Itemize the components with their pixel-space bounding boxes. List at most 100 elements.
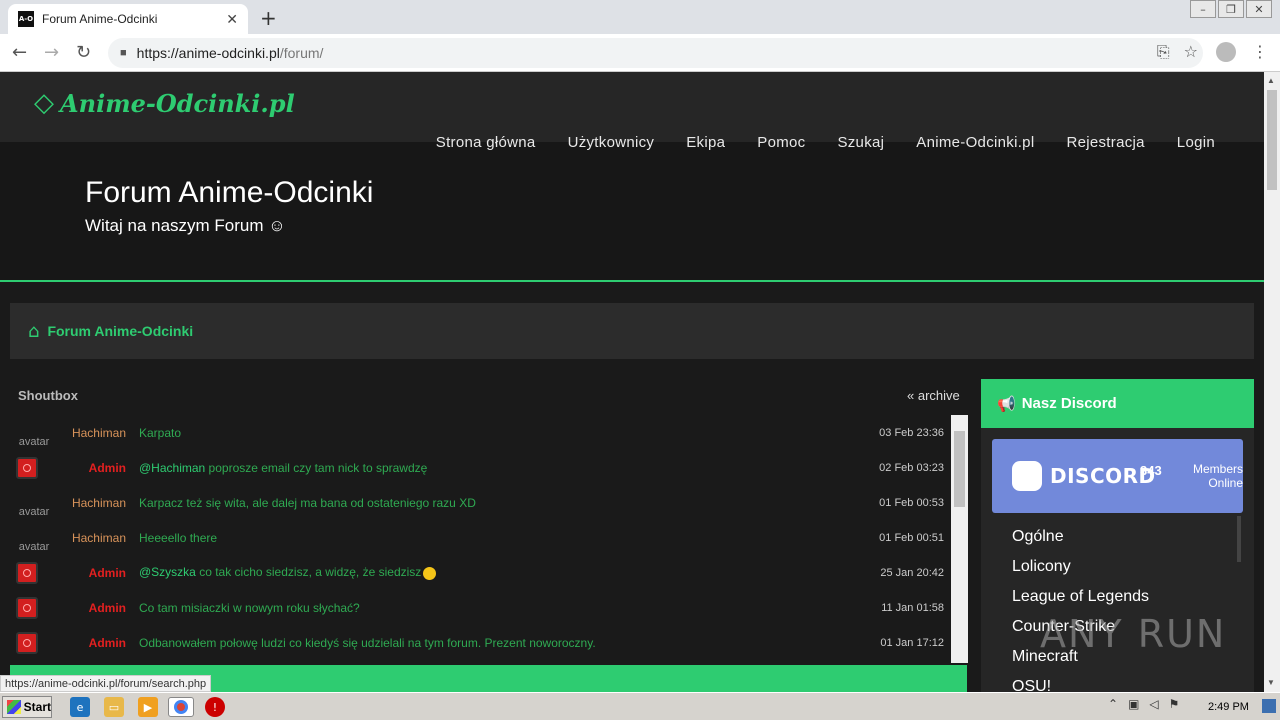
megaphone-icon: 📢 — [997, 394, 1016, 413]
shout-message: Co tam misiaczki w nowym roku słychać? — [139, 601, 360, 615]
discord-scrollbar[interactable] — [1237, 516, 1241, 562]
nav-team[interactable]: Ekipa — [686, 134, 725, 151]
status-url-tooltip: https://anime-odcinki.pl/forum/search.ph… — [0, 675, 212, 692]
shout-row: avatar Hachiman Karpato 03 Feb 23:36 — [10, 415, 950, 450]
reload-icon[interactable]: ↻ — [76, 42, 91, 63]
user-avatar[interactable] — [16, 596, 38, 619]
address-bar[interactable]: ■ https://anime-odcinki.pl/forum/ — [108, 38, 1203, 68]
restore-icon[interactable]: ❐ — [1218, 0, 1244, 18]
page-subtitle: Witaj na naszym Forum ☺ — [85, 216, 286, 235]
shout-text: Odbanowałem połowę ludzi co kiedyś się u… — [139, 635, 596, 650]
url-host: https://anime-odcinki.pl — [136, 45, 280, 61]
home-icon[interactable]: ⌂ — [28, 321, 39, 342]
shoutbox-scroll-thumb[interactable] — [954, 431, 965, 507]
shout-timestamp: 01 Feb 00:51 — [879, 531, 944, 544]
browser-menu-icon[interactable]: ⋮ — [1252, 42, 1268, 61]
channel-item[interactable]: Ogólne — [1012, 528, 1149, 558]
shoutbox-list[interactable]: avatar Hachiman Karpato 03 Feb 23:36 Admin @H… — [10, 415, 968, 663]
shoutbox-scrollbar[interactable] — [951, 415, 968, 663]
shout-message: Karpacz też się wita, ale dalej ma bana … — [139, 496, 476, 510]
discord-header-label: Nasz Discord — [1021, 395, 1117, 412]
nav-home[interactable]: Strona główna — [436, 134, 536, 151]
site-logo[interactable]: ◇ Anime-Odcinki.pl — [34, 88, 295, 118]
shout-username[interactable]: Admin — [64, 461, 126, 475]
admin-avatar-icon — [23, 463, 31, 472]
shoutbox-archive-link[interactable]: « archive — [907, 388, 960, 403]
forward-icon[interactable]: → — [44, 42, 59, 63]
folder-icon[interactable]: ▭ — [104, 697, 124, 717]
nav-users[interactable]: Użytkownicy — [568, 134, 655, 151]
ie-icon[interactable]: e — [70, 697, 90, 717]
user-avatar[interactable] — [16, 456, 38, 479]
shout-timestamp: 02 Feb 03:23 — [879, 461, 944, 474]
user-avatar[interactable]: avatar — [16, 418, 52, 448]
taskbar-clock[interactable]: 2:49 PM — [1208, 701, 1249, 713]
shout-message: Karpato — [139, 426, 181, 440]
stop-icon[interactable]: ! — [205, 697, 225, 717]
shout-username[interactable]: Admin — [64, 636, 126, 650]
shout-username[interactable]: Hachiman — [64, 426, 126, 440]
shout-timestamp: 25 Jan 20:42 — [880, 566, 944, 579]
discord-banner[interactable]: DISCORD 343 Members Online — [992, 439, 1243, 513]
tab-title: Forum Anime-Odcinki — [42, 12, 158, 26]
window-controls: – ❐ ✕ — [1188, 0, 1272, 18]
shout-row: Admin @Szyszka co tak cicho siedzisz, a w… — [10, 555, 950, 590]
shout-mention[interactable]: @Hachiman — [139, 461, 205, 475]
chrome-icon[interactable] — [168, 697, 194, 717]
scroll-up-icon[interactable]: ▲ — [1267, 76, 1275, 85]
anyrun-watermark: ANY RUN — [1040, 612, 1227, 656]
user-avatar[interactable]: avatar — [16, 488, 52, 518]
volume-icon[interactable]: ◁ — [1149, 697, 1158, 711]
site-favicon: A-O — [18, 11, 34, 27]
nav-login[interactable]: Login — [1177, 134, 1215, 151]
nav-register[interactable]: Rejestracja — [1066, 134, 1144, 151]
shout-row: avatar Hachiman Heeeello there 01 Feb 00:51 — [10, 520, 950, 555]
page-scroll-thumb[interactable] — [1267, 90, 1277, 190]
shout-row: avatar Hachiman Karpacz też się wita, ale … — [10, 485, 950, 520]
shout-username[interactable]: Hachiman — [64, 496, 126, 510]
windows-taskbar: Start e ▭ ▶ ! ⌃ ▣ ◁ ⚑ 2:49 PM — [0, 692, 1280, 720]
page-scrollbar[interactable]: ▲ ▼ — [1264, 72, 1280, 692]
minimize-icon[interactable]: – — [1190, 0, 1216, 18]
shout-username[interactable]: Admin — [64, 601, 126, 615]
close-window-icon[interactable]: ✕ — [1246, 0, 1272, 18]
breadcrumb-forum[interactable]: Forum Anime-Odcinki — [47, 323, 193, 339]
shout-text: Heeeello there — [139, 530, 218, 545]
nav-anime-odcinki[interactable]: Anime-Odcinki.pl — [916, 134, 1034, 151]
user-avatar[interactable]: avatar — [16, 523, 52, 553]
channel-item[interactable]: OSU! — [1012, 678, 1149, 692]
browser-tab[interactable]: A-O Forum Anime-Odcinki ✕ — [8, 4, 248, 34]
lock-icon: ■ — [120, 47, 127, 59]
start-button[interactable]: Start — [2, 696, 52, 718]
tray-expand-icon[interactable]: ⌃ — [1108, 697, 1118, 711]
discord-header: 📢 Nasz Discord — [981, 379, 1254, 428]
discord-logo: DISCORD — [1012, 461, 1156, 491]
nav-search[interactable]: Szukaj — [837, 134, 884, 151]
tab-close-icon[interactable]: ✕ — [226, 11, 238, 28]
flag-icon[interactable]: ⚑ — [1169, 697, 1180, 711]
show-desktop-button[interactable] — [1262, 699, 1276, 713]
shout-username[interactable]: Hachiman — [64, 531, 126, 545]
hero-banner: Forum Anime-Odcinki Witaj na naszym Foru… — [0, 142, 1264, 282]
user-avatar[interactable] — [16, 631, 38, 654]
shout-timestamp: 01 Jan 17:12 — [880, 636, 944, 649]
shout-row: Admin Odbanowałem połowę ludzi co kiedyś … — [10, 625, 950, 660]
shout-text: Karpato — [139, 425, 182, 440]
user-avatar[interactable] — [16, 561, 38, 584]
shout-mention[interactable]: @Szyszka — [139, 565, 196, 579]
media-player-icon[interactable]: ▶ — [138, 697, 158, 717]
discord-channel-list: Ogólne Lolicony League of Legends Counte… — [1012, 528, 1149, 692]
new-tab-icon[interactable]: + — [260, 6, 277, 30]
scroll-down-icon[interactable]: ▼ — [1267, 678, 1275, 687]
account-avatar-icon[interactable] — [1216, 42, 1236, 62]
shout-username[interactable]: Admin — [64, 566, 126, 580]
shout-message: Heeeello there — [139, 531, 217, 545]
page-title: Forum Anime-Odcinki — [85, 176, 374, 209]
start-label: Start — [23, 700, 51, 714]
channel-item[interactable]: Lolicony — [1012, 558, 1149, 588]
network-icon[interactable]: ▣ — [1128, 697, 1139, 711]
translate-icon[interactable]: ⎘ — [1157, 42, 1170, 62]
back-icon[interactable]: ← — [12, 42, 27, 63]
nav-help[interactable]: Pomoc — [757, 134, 805, 151]
bookmark-star-icon[interactable]: ☆ — [1184, 42, 1198, 62]
